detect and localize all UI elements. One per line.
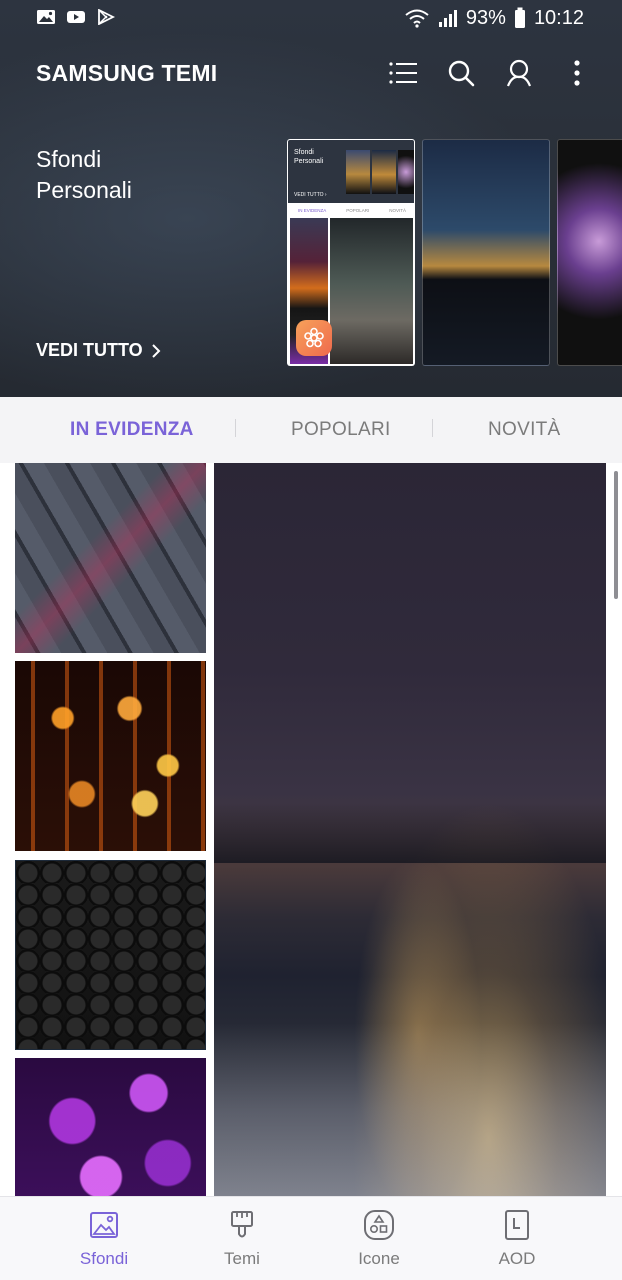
mini-preview-see-all: VEDI TUTTO › (294, 192, 327, 198)
battery-percent: 93% (465, 7, 506, 29)
wallpaper-tile-dark-hexagons[interactable] (15, 860, 206, 1050)
featured-thumbnails: Sfondi Personali VEDI TUTTO › IN EVIDENZ… (287, 139, 622, 366)
play-store-icon (98, 9, 116, 25)
status-time: 10:12 (533, 7, 584, 29)
mountain-ridge (214, 803, 606, 863)
chevron-right-icon (151, 343, 161, 358)
see-all-label: VEDI TUTTO (36, 340, 143, 360)
nav-item-temi[interactable]: Temi (187, 1209, 297, 1273)
wallpaper-tile-red-hexagons[interactable] (15, 463, 206, 653)
category-tabs: IN EVIDENZA POPOLARI NOVITÀ (0, 397, 622, 463)
tab-in-evidenza[interactable]: IN EVIDENZA (70, 419, 194, 441)
mini-preview-image (372, 150, 396, 194)
mini-preview-tabs: IN EVIDENZA POPOLARI NOVITÀ (288, 203, 414, 217)
mini-preview-image (398, 150, 414, 194)
youtube-icon (67, 11, 85, 23)
snow-field (214, 1023, 606, 1196)
header-toolbar (388, 54, 592, 92)
wallpaper-tile-night-town[interactable] (214, 463, 606, 1196)
nav-item-icone[interactable]: Icone (324, 1209, 434, 1273)
see-all-link[interactable]: VEDI TUTTO (36, 340, 161, 361)
gallery-scrollbar[interactable] (614, 471, 618, 599)
more-options-button[interactable] (562, 54, 592, 92)
nav-label: Sfondi (79, 1249, 129, 1268)
search-icon (448, 60, 475, 87)
account-icon (506, 59, 532, 87)
mini-preview-title: Sfondi Personali (294, 149, 324, 165)
featured-thumb-preview[interactable]: Sfondi Personali VEDI TUTTO › IN EVIDENZ… (287, 139, 415, 366)
account-button[interactable] (504, 54, 534, 92)
tab-popolari[interactable]: POPOLARI (291, 419, 391, 441)
tab-divider (235, 419, 236, 437)
list-icon (389, 62, 417, 84)
header-hero: 93% 10:12 SAMSUNG TEMI Sfondi Personali … (0, 0, 622, 397)
shapes-icon (364, 1210, 394, 1240)
status-bar-right: 93% 10:12 (404, 6, 584, 30)
nav-label: Icone (358, 1249, 400, 1268)
mini-tab: NOVITÀ (389, 207, 406, 213)
signal-icon (438, 10, 457, 27)
nav-label: Temi (224, 1249, 260, 1268)
more-vert-icon (574, 60, 580, 86)
app-title: SAMSUNG TEMI (36, 60, 218, 86)
tab-divider (432, 419, 433, 437)
wifi-icon (405, 9, 429, 28)
image-notification-icon (37, 10, 55, 24)
clock-display-icon (505, 1210, 529, 1240)
status-bar: 93% 10:12 (0, 0, 622, 38)
nav-item-aod[interactable]: AOD (462, 1209, 572, 1273)
status-bar-left (36, 9, 116, 25)
flower-icon (304, 327, 324, 348)
wallpaper-gallery (0, 463, 622, 1196)
mini-tab: POPOLARI (346, 207, 370, 213)
search-button[interactable] (446, 54, 476, 92)
mini-preview-flower-image (330, 218, 413, 364)
featured-thumb-lion-art[interactable] (557, 139, 622, 366)
wallpaper-tile-golden-hearts[interactable] (15, 661, 206, 851)
nav-label: AOD (498, 1249, 536, 1268)
mini-preview-image (346, 150, 370, 194)
bottom-navigation: Sfondi Temi Icone AOD (0, 1196, 622, 1280)
wallpaper-tile-purple-bokeh[interactable] (15, 1058, 206, 1196)
app-root: { "status_bar": { "battery_percent": "93… (0, 0, 622, 1280)
mini-tab: IN EVIDENZA (297, 207, 327, 213)
brush-icon (231, 1211, 253, 1238)
tab-novita[interactable]: NOVITÀ (488, 419, 561, 441)
theme-store-app-icon (296, 320, 332, 356)
mini-preview-header: Sfondi Personali VEDI TUTTO › (288, 140, 414, 203)
featured-thumb-milky-way[interactable] (422, 139, 550, 366)
list-button[interactable] (388, 54, 418, 92)
battery-icon (514, 7, 525, 28)
wallpaper-icon (90, 1212, 118, 1238)
featured-collection-title: Sfondi Personali (36, 146, 132, 203)
nav-item-sfondi[interactable]: Sfondi (49, 1209, 159, 1273)
